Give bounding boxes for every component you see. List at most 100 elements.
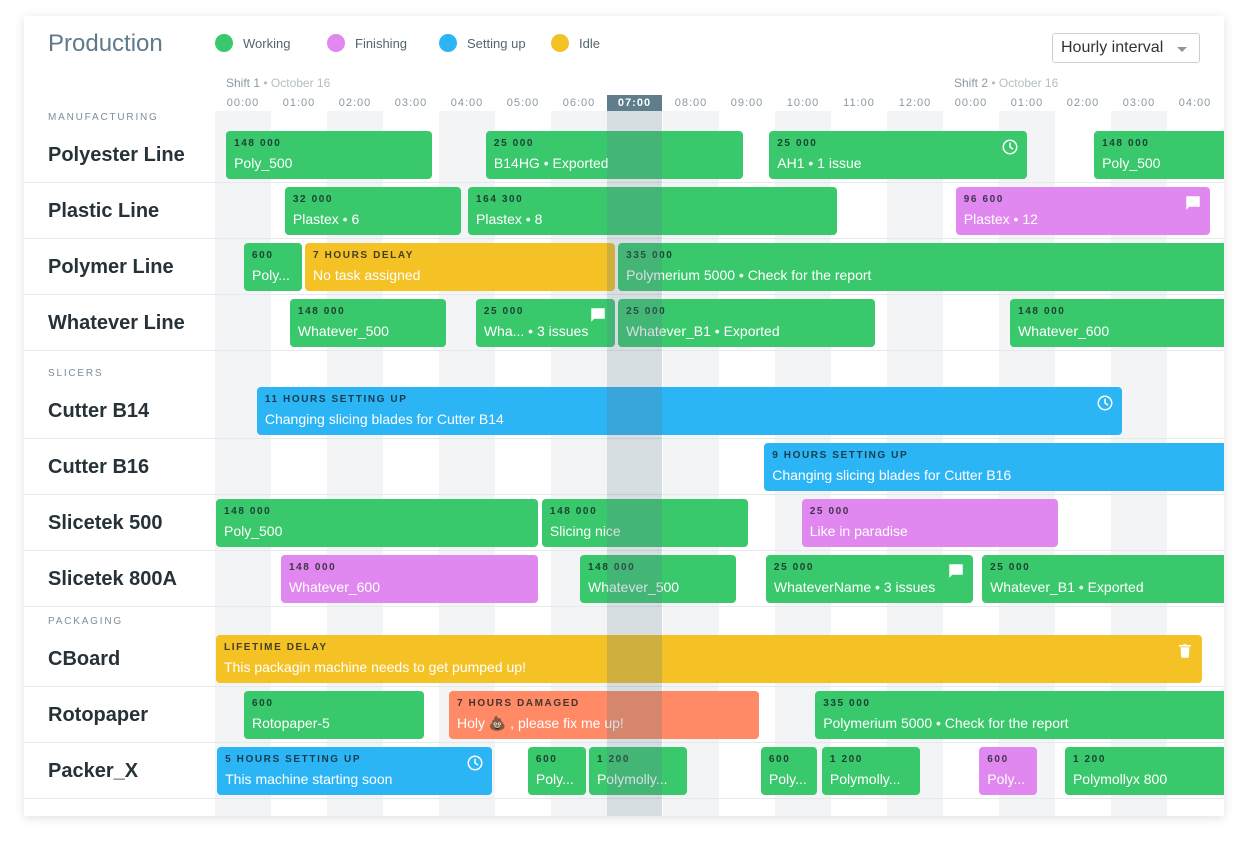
task-name: Plastex • 12 xyxy=(963,211,1038,227)
task-quantity: 148 000 xyxy=(297,306,346,317)
task-name: Polymollyx 800 xyxy=(1072,771,1168,787)
task-bar-working[interactable]: 25 000 AH1 • 1 issue xyxy=(769,131,1028,179)
clock-icon[interactable] xyxy=(1001,138,1019,156)
time-tick[interactable]: 03:00 xyxy=(383,95,439,111)
section-label-slicers: SLICERS xyxy=(48,368,104,379)
time-tick[interactable]: 05:00 xyxy=(495,95,551,111)
task-name: Polymerium 5000 • Check for the report xyxy=(823,715,1069,731)
task-bar-working[interactable]: 1 200 Polymolly... xyxy=(588,747,688,795)
legend-dot-icon xyxy=(327,34,345,52)
task-name: Polymerium 5000 • Check for the report xyxy=(626,267,872,283)
clock-icon[interactable] xyxy=(1096,394,1114,412)
comment-icon[interactable] xyxy=(947,562,965,580)
comment-icon[interactable] xyxy=(1184,194,1202,212)
task-bar-damaged[interactable]: 7 HOURS DAMAGED Holy 💩 , please fix me up… xyxy=(448,691,759,739)
task-name: Poly... xyxy=(768,771,807,787)
row-divider xyxy=(24,182,1224,183)
task-bar-finishing[interactable]: 148 000 Whatever_600 xyxy=(280,555,539,603)
task-name: Holy 💩 , please fix me up! xyxy=(456,715,624,731)
time-tick[interactable]: 11:00 xyxy=(831,95,887,111)
task-quantity: 600 xyxy=(987,754,1009,765)
task-bar-setting[interactable]: 9 HOURS SETTING UP Changing slicing blade… xyxy=(764,443,1224,491)
task-name: Poly... xyxy=(252,267,290,283)
task-bar-working[interactable]: 1 200 Polymolly... xyxy=(821,747,921,795)
task-bar-idle[interactable]: 7 HOURS DELAY No task assigned xyxy=(305,243,615,291)
row-divider xyxy=(24,606,1224,607)
task-bar-working[interactable]: 32 000 Plastex • 6 xyxy=(284,187,461,235)
task-bar-working[interactable]: 148 000 Poly_500 xyxy=(1094,131,1224,179)
task-quantity: 1 200 xyxy=(829,754,863,765)
task-bar-working[interactable]: 335 000 Polymerium 5000 • Check for the r… xyxy=(618,243,1224,291)
resource-label: Cutter B14 xyxy=(48,400,150,422)
comment-icon[interactable] xyxy=(589,306,607,324)
legend-dot-icon xyxy=(551,34,569,52)
task-bar-working[interactable]: 600 Rotopaper-5 xyxy=(244,691,424,739)
section-label-packaging: PACKAGING xyxy=(48,616,123,627)
resource-label: Cutter B16 xyxy=(48,456,150,478)
time-tick[interactable]: 00:00 xyxy=(943,95,999,111)
task-bar-working[interactable]: 164 300 Plastex • 8 xyxy=(468,187,838,235)
task-bar-setting[interactable]: 11 HOURS SETTING UP Changing slicing blad… xyxy=(256,387,1122,435)
task-name: B14HG • Exported xyxy=(493,155,609,171)
task-bar-working[interactable]: 25 000 B14HG • Exported xyxy=(485,131,744,179)
time-tick[interactable]: 07:00 xyxy=(607,95,662,111)
task-bar-finishing[interactable]: 25 000 Like in paradise xyxy=(801,499,1058,547)
task-quantity: 1 200 xyxy=(596,754,630,765)
time-tick[interactable]: 09:00 xyxy=(719,95,775,111)
timeline: 00:00 01:00 02:00 03:00 04:00 05:00 06:00 07:00… xyxy=(215,16,1224,816)
legend-dot-icon xyxy=(215,34,233,52)
task-bar-working[interactable]: 148 000 Whatever_600 xyxy=(1010,299,1224,347)
task-quantity: 25 000 xyxy=(773,562,815,573)
task-bar-working[interactable]: 600 Poly... xyxy=(760,747,818,795)
task-bar-working[interactable]: 1 200 Polymollyx 800 xyxy=(1064,747,1224,795)
legend-label: Idle xyxy=(579,35,600,51)
task-bar-working[interactable]: 148 000 Poly_500 xyxy=(216,499,539,547)
time-tick[interactable]: 06:00 xyxy=(551,95,607,111)
task-quantity: 5 HOURS SETTING UP xyxy=(225,754,362,765)
task-bar-working[interactable]: 148 000 Whatever_500 xyxy=(289,299,446,347)
task-bar-finishing[interactable]: 96 600 Plastex • 12 xyxy=(955,187,1211,235)
task-bar-working[interactable]: 148 000 Slicing nice xyxy=(541,499,749,547)
time-tick[interactable]: 12:00 xyxy=(887,95,943,111)
trash-icon[interactable] xyxy=(1176,642,1194,660)
clock-icon[interactable] xyxy=(466,754,484,772)
task-bar-working[interactable]: 600 Poly... xyxy=(244,243,302,291)
time-tick[interactable]: 02:00 xyxy=(327,95,383,111)
task-quantity: 148 000 xyxy=(288,562,337,573)
legend-item-idle: Idle xyxy=(551,34,600,52)
task-name: Poly_500 xyxy=(224,523,283,539)
time-tick[interactable]: 02:00 xyxy=(1055,95,1111,111)
task-name: Whatever_600 xyxy=(288,579,381,595)
resource-label: Polyester Line xyxy=(48,144,185,166)
task-quantity: 9 HOURS SETTING UP xyxy=(772,450,909,461)
task-bar-working[interactable]: 25 000 Whatever_B1 • Exported xyxy=(618,299,875,347)
task-bar-working[interactable]: 25 000 Wha... • 3 issues xyxy=(475,299,615,347)
task-bar-working[interactable]: 335 000 Polymerium 5000 • Check for the r… xyxy=(815,691,1224,739)
row-divider xyxy=(24,294,1224,295)
task-bar-idle[interactable]: LIFETIME DELAY This packagin machine need… xyxy=(216,635,1202,683)
time-tick[interactable]: 04:00 xyxy=(439,95,495,111)
row-divider xyxy=(24,550,1224,551)
time-tick[interactable]: 00:00 xyxy=(215,95,271,111)
production-scheduler: Production Hourly interval MANUFACTURING… xyxy=(24,16,1224,816)
time-tick[interactable]: 03:00 xyxy=(1111,95,1167,111)
task-name: This packagin machine needs to get pumpe… xyxy=(224,659,526,675)
task-bar-working[interactable]: 600 Poly... xyxy=(527,747,586,795)
time-tick[interactable]: 04:00 xyxy=(1167,95,1223,111)
task-bar-working[interactable]: 25 000 WhateverName • 3 issues xyxy=(765,555,973,603)
task-bar-working[interactable]: 25 000 Whatever_B1 • Exported xyxy=(982,555,1224,603)
task-bar-finishing[interactable]: 600 Poly... xyxy=(979,747,1038,795)
time-tick[interactable]: 08:00 xyxy=(663,95,719,111)
time-tick[interactable]: 10:00 xyxy=(775,95,831,111)
task-bar-setting[interactable]: 5 HOURS SETTING UP This machine starting … xyxy=(217,747,492,795)
time-tick[interactable]: 01:00 xyxy=(999,95,1055,111)
shift-date: • October 16 xyxy=(991,76,1059,90)
resource-label: Plastic Line xyxy=(48,200,160,222)
task-name: Poly_500 xyxy=(234,155,293,171)
task-bar-working[interactable]: 148 000 Whatever_500 xyxy=(580,555,736,603)
task-quantity: 148 000 xyxy=(234,138,282,149)
task-bar-working[interactable]: 148 000 Poly_500 xyxy=(226,131,432,179)
time-tick[interactable]: 01:00 xyxy=(271,95,327,111)
task-name: Poly_500 xyxy=(1102,155,1161,171)
legend-label: Finishing xyxy=(355,35,408,51)
